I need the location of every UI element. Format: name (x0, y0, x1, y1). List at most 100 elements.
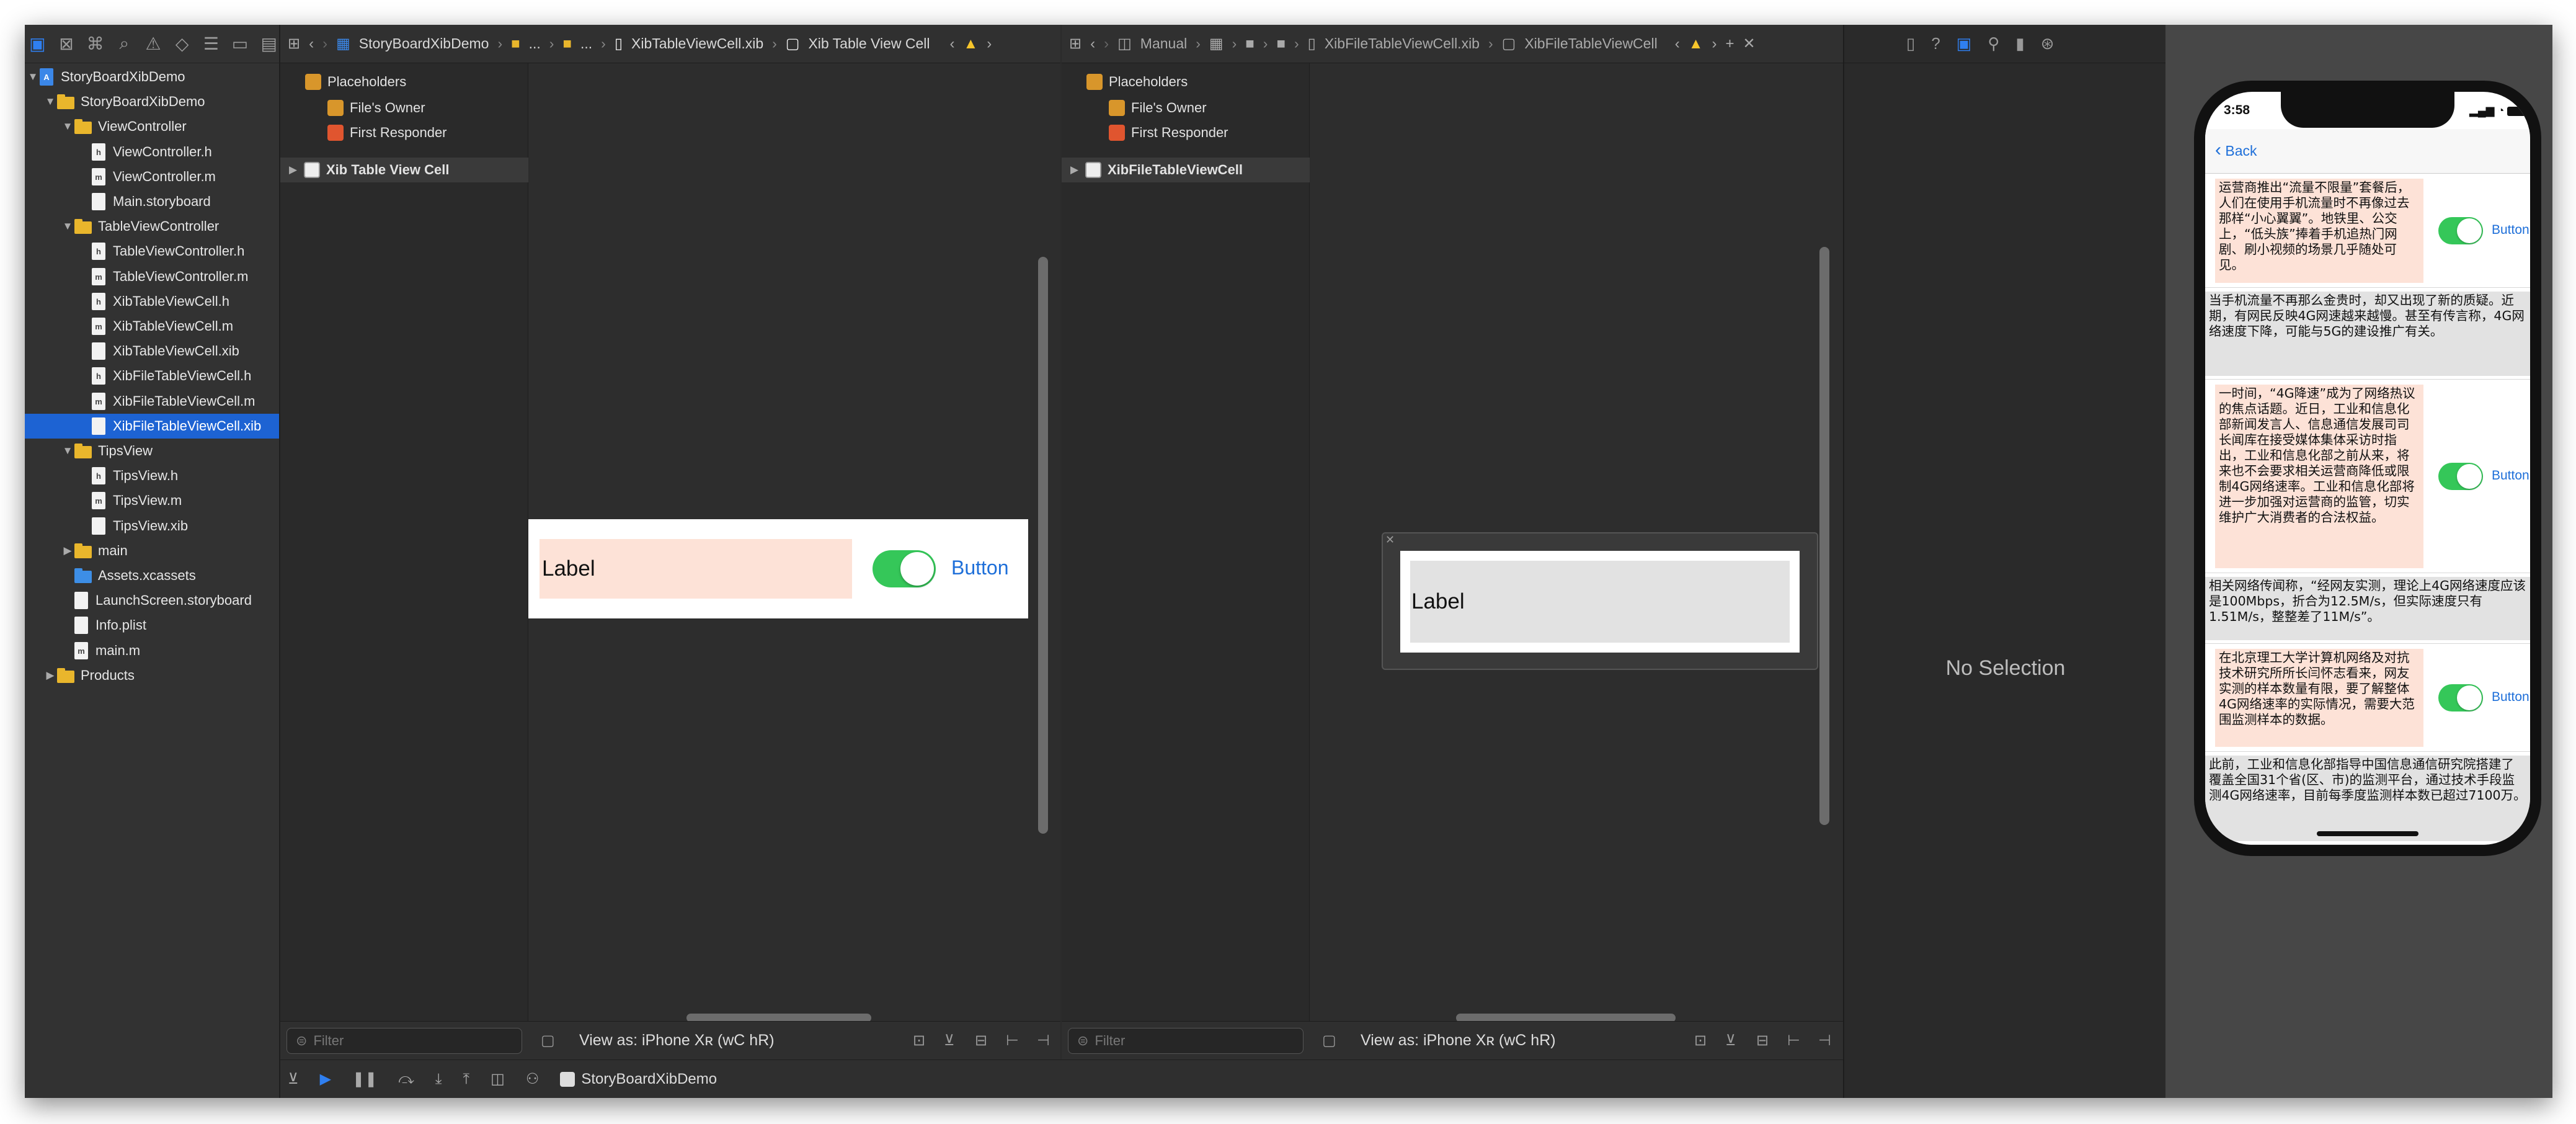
outline-placeholders[interactable]: Placeholders (280, 69, 528, 94)
disclosure-triangle-icon[interactable]: ▼ (26, 71, 40, 83)
table-row[interactable]: 相关网络传闻称，“经网友实测，理论上4G网络速度应该是100Mbps，折合为12… (2205, 573, 2530, 644)
add-constraints-icon[interactable]: ⊢ (1787, 1032, 1800, 1050)
resolve-issues-icon[interactable]: ⊣ (1818, 1032, 1831, 1050)
cell-label[interactable]: Label (540, 539, 852, 599)
cell-switch[interactable] (2438, 463, 2483, 490)
update-frames-icon[interactable]: ⊡ (913, 1032, 925, 1050)
test-icon[interactable]: ◇ (171, 30, 193, 58)
grid-icon[interactable]: ⊞ (1069, 35, 1081, 53)
close-editor-icon[interactable]: ✕ (1743, 35, 1755, 53)
vertical-scrollbar[interactable] (1819, 247, 1829, 825)
file-tree-row[interactable]: h XibFileTableViewCell.h (25, 364, 279, 388)
scheme-selector[interactable]: StoryBoardXibDemo (560, 1071, 717, 1088)
cell-button[interactable]: Button (2492, 468, 2529, 483)
debug-icon[interactable]: ☰ (200, 30, 223, 58)
view-debugger-icon[interactable]: ◫ (491, 1070, 505, 1088)
toggle-outline-icon[interactable]: ▢ (541, 1032, 555, 1050)
file-tree-row[interactable]: m TipsView.m (25, 488, 279, 513)
grid-icon[interactable]: ⊞ (288, 35, 300, 53)
file-tree-row[interactable]: m ViewController.m (25, 164, 279, 189)
table-row[interactable]: 一时间，“4G降速”成为了网络热议的焦点话题。近日，工业和信息化部新闻发言人、信… (2205, 380, 2530, 573)
next-issue-icon[interactable]: › (987, 35, 992, 53)
align-icon[interactable]: ⊟ (1756, 1032, 1769, 1050)
file-tree-row[interactable]: m TableViewController.m (25, 264, 279, 289)
breadcrumb-item[interactable]: Xib Table View Cell (808, 35, 930, 52)
align-icon[interactable]: ⊟ (975, 1032, 987, 1050)
cell-switch[interactable] (2438, 684, 2483, 711)
file-tree-row[interactable]: ▼ ViewController (25, 114, 279, 139)
add-constraints-icon[interactable]: ⊢ (1006, 1032, 1019, 1050)
breakpoints-toggle-icon[interactable]: ▶ (320, 1070, 331, 1088)
outline-cell[interactable]: ▶ XibFileTableViewCell (1062, 158, 1310, 182)
file-tree-row[interactable]: Main.storyboard (25, 189, 279, 214)
file-tree-row[interactable]: h TipsView.h (25, 463, 279, 488)
breadcrumb-item[interactable]: XibTableViewCell.xib (631, 35, 763, 52)
cell-scene-frame[interactable]: ✕ Label (1382, 532, 1818, 670)
back-arrow-icon[interactable]: ‹ (309, 35, 314, 53)
pause-icon[interactable]: ❚❚ (352, 1070, 377, 1088)
vertical-scrollbar[interactable] (1038, 257, 1048, 834)
memory-graph-icon[interactable]: ⚇ (526, 1070, 540, 1088)
hide-debug-area-icon[interactable]: ⊻ (288, 1070, 299, 1088)
outline-files-owner[interactable]: File's Owner (280, 96, 528, 120)
table-view[interactable]: 运营商推出“流量不限量”套餐后，人们在使用手机流量时不再像过去那样“小心翼翼”。… (2205, 174, 2530, 845)
disclosure-triangle-icon[interactable]: ▶ (61, 545, 74, 557)
breadcrumb-item[interactable]: ... (529, 35, 541, 52)
forward-arrow-icon[interactable]: › (322, 35, 327, 53)
outline-first-responder[interactable]: First Responder (280, 120, 528, 145)
close-scene-icon[interactable]: ✕ (1385, 533, 1395, 546)
file-tree-row[interactable]: ▼ TableViewController (25, 214, 279, 239)
file-tree-row[interactable]: h ViewController.h (25, 140, 279, 164)
update-frames-icon[interactable]: ⊡ (1694, 1032, 1707, 1050)
size-inspector-icon[interactable]: ▮ (2015, 34, 2024, 53)
file-tree-row[interactable]: ▼ TipsView (25, 439, 279, 463)
report-icon[interactable]: ▤ (257, 30, 279, 58)
breadcrumb-item[interactable]: ... (580, 35, 592, 52)
xib-table-view-cell[interactable]: Label Button (528, 519, 1028, 618)
toggle-outline-icon[interactable]: ▢ (1322, 1032, 1336, 1050)
disclosure-triangle-icon[interactable]: ▶ (1070, 164, 1085, 176)
outline-first-responder[interactable]: First Responder (1062, 120, 1310, 145)
disclosure-triangle-icon[interactable]: ▼ (61, 120, 74, 133)
step-over-icon[interactable]: ⤼ (398, 1071, 414, 1088)
file-tree-row[interactable]: ▶ Products (25, 663, 279, 688)
outline-cell[interactable]: ▶ Xib Table View Cell (280, 158, 528, 182)
file-tree-row[interactable]: ▼ StoryBoardXibDemo (25, 89, 279, 114)
file-tree-row[interactable]: TipsView.xib (25, 514, 279, 538)
interface-builder-canvas-1[interactable]: Label Button (528, 63, 1060, 1059)
quick-help-icon[interactable]: ? (1931, 34, 1940, 53)
file-tree-row[interactable]: h XibTableViewCell.h (25, 289, 279, 314)
cell-button[interactable]: Button (2492, 690, 2529, 705)
folder-icon[interactable]: ▣ (26, 30, 49, 58)
disclosure-triangle-icon[interactable]: ▼ (43, 96, 57, 108)
step-out-icon[interactable]: ⤒ (463, 1071, 470, 1088)
cell-switch[interactable] (2438, 217, 2483, 244)
warning-icon[interactable]: ▲ (964, 35, 979, 53)
outline-filter-field[interactable]: ⊜ Filter (286, 1028, 522, 1054)
breadcrumb-item[interactable]: XibFileTableViewCell (1524, 35, 1657, 52)
view-as-label[interactable]: View as: iPhone Xʀ (wC hR) (1361, 1032, 1556, 1050)
forward-arrow-icon[interactable]: › (1104, 35, 1109, 53)
outline-files-owner[interactable]: File's Owner (1062, 96, 1310, 120)
disclosure-triangle-icon[interactable]: ▼ (61, 445, 74, 457)
previous-issue-icon[interactable]: ‹ (1675, 35, 1680, 53)
step-in-icon[interactable]: ⤓ (435, 1071, 442, 1088)
breadcrumb-item[interactable]: XibFileTableViewCell.xib (1325, 35, 1480, 52)
outline-placeholders[interactable]: Placeholders (1062, 69, 1310, 94)
view-as-label[interactable]: View as: iPhone Xʀ (wC hR) (579, 1032, 775, 1050)
issue-icon[interactable]: ⚠ (142, 30, 165, 58)
file-tree-row[interactable]: m XibTableViewCell.m (25, 314, 279, 339)
file-tree-row[interactable]: m XibFileTableViewCell.m (25, 389, 279, 414)
file-tree-row[interactable]: LaunchScreen.storyboard (25, 588, 279, 613)
file-tree-row[interactable]: Info.plist (25, 613, 279, 638)
hierarchy-icon[interactable]: ⌘ (84, 30, 107, 58)
xib-file-table-view-cell[interactable]: Label (1400, 551, 1800, 653)
add-editor-icon[interactable]: + (1725, 35, 1734, 53)
outline-filter-field[interactable]: ⊜ Filter (1068, 1028, 1304, 1054)
attributes-inspector-icon[interactable]: ⚲ (1988, 34, 1999, 53)
embed-in-icon[interactable]: ⊻ (1725, 1032, 1736, 1050)
file-inspector-icon[interactable]: ▯ (1906, 34, 1915, 53)
breadcrumb-item[interactable]: Manual (1140, 35, 1187, 52)
back-arrow-icon[interactable]: ‹ (1090, 35, 1095, 53)
file-tree-row[interactable]: ▶ main (25, 538, 279, 563)
